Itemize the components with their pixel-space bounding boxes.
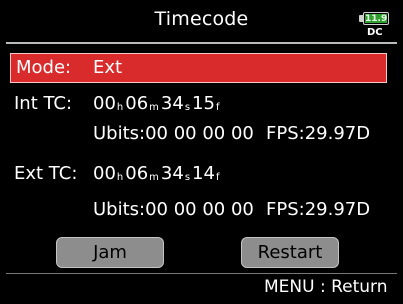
ext-tc-value: 00h 06m 34s 14f bbox=[93, 163, 221, 189]
ext-tc-seconds: 34 bbox=[160, 163, 184, 184]
ext-tc-label: Ext TC: bbox=[14, 163, 78, 184]
ext-tc-minutes-sep: m bbox=[149, 172, 159, 183]
footer-divider bbox=[6, 273, 397, 274]
ext-tc-frames-sep: f bbox=[215, 172, 220, 183]
int-tc-label: Int TC: bbox=[14, 93, 73, 114]
int-tc-frames: 15 bbox=[192, 93, 215, 114]
int-tc-seconds: 34 bbox=[160, 93, 184, 114]
int-tc-value: 00h 06m 34s 15f bbox=[93, 93, 221, 119]
int-tc-hours-sep: h bbox=[116, 102, 124, 113]
ext-tc-minutes: 06 bbox=[125, 163, 149, 184]
int-tc-seconds-sep: s bbox=[184, 102, 191, 113]
ext-tc-hours: 00 bbox=[93, 163, 116, 184]
ext-tc-frames: 14 bbox=[192, 163, 215, 184]
jam-button[interactable]: Jam bbox=[56, 237, 164, 268]
mode-selector[interactable]: Mode: Ext bbox=[10, 53, 387, 83]
int-tc-fps: FPS:29.97D bbox=[266, 123, 371, 144]
mode-label: Mode: bbox=[16, 57, 72, 78]
int-tc-minutes: 06 bbox=[125, 93, 149, 114]
battery-level: 11.9 bbox=[365, 14, 388, 24]
power-source-label: DC bbox=[367, 27, 383, 38]
battery-icon: 11.9 bbox=[363, 12, 389, 25]
screen-title: Timecode bbox=[154, 8, 249, 30]
ext-tc-fps: FPS:29.97D bbox=[266, 199, 371, 220]
ext-tc-hours-sep: h bbox=[116, 172, 124, 183]
int-tc-hours: 00 bbox=[93, 93, 116, 114]
timecode-screen: Timecode 11.9 DC Mode: Ext Int TC: 00h 06… bbox=[0, 0, 403, 304]
mode-value: Ext bbox=[93, 57, 123, 78]
restart-button[interactable]: Restart bbox=[241, 237, 339, 268]
int-tc-frames-sep: f bbox=[215, 102, 220, 113]
int-tc-ubits: Ubits:00 00 00 00 bbox=[93, 123, 254, 144]
title-divider bbox=[6, 42, 397, 44]
menu-return-hint: MENU : Return bbox=[264, 277, 388, 297]
ext-tc-seconds-sep: s bbox=[184, 172, 191, 183]
int-tc-minutes-sep: m bbox=[149, 102, 159, 113]
ext-tc-ubits: Ubits:00 00 00 00 bbox=[93, 199, 254, 220]
